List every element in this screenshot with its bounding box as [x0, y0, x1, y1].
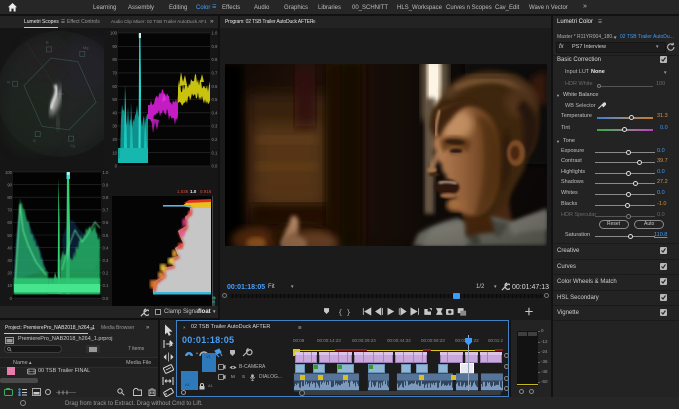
svg-text:50: 50: [7, 233, 12, 238]
svg-text:0.3: 0.3: [212, 124, 218, 129]
svg-text:100: 100: [110, 31, 118, 36]
svg-text:Cy: Cy: [70, 143, 75, 148]
svg-text:0.0: 0.0: [212, 164, 218, 169]
svg-text:1.0: 1.0: [103, 170, 109, 175]
svg-text:40: 40: [112, 110, 117, 115]
svg-text:60: 60: [7, 220, 12, 225]
svg-text:30: 30: [112, 124, 117, 129]
svg-text:1.036: 1.036: [177, 189, 189, 194]
svg-text:80: 80: [7, 195, 12, 200]
svg-text:Yl: Yl: [7, 80, 11, 85]
svg-text:0.8: 0.8: [103, 195, 109, 200]
svg-text:30: 30: [7, 258, 12, 263]
svg-text:100: 100: [5, 170, 13, 175]
svg-text:0.9: 0.9: [103, 182, 109, 187]
svg-text:0.6: 0.6: [103, 220, 109, 225]
svg-text:60: 60: [112, 84, 117, 89]
svg-text:1.0: 1.0: [190, 189, 197, 194]
svg-text:0.9: 0.9: [212, 44, 218, 49]
svg-text:0.0: 0.0: [103, 296, 109, 301]
svg-text:70: 70: [112, 71, 117, 76]
svg-text:0.5: 0.5: [103, 233, 109, 238]
svg-text:{: {: [338, 309, 342, 317]
svg-text:0.5: 0.5: [212, 97, 218, 102]
svg-text:0.4: 0.4: [103, 245, 109, 250]
svg-text:0.7: 0.7: [103, 208, 109, 213]
svg-text:50: 50: [112, 97, 117, 102]
svg-text:0.2: 0.2: [103, 271, 109, 276]
svg-text:10: 10: [7, 283, 12, 288]
svg-text:0.2: 0.2: [212, 137, 218, 142]
svg-text:0.1: 0.1: [212, 150, 218, 155]
svg-text:}: }: [347, 309, 351, 317]
svg-text:40: 40: [7, 245, 12, 250]
svg-text:90: 90: [112, 44, 117, 49]
svg-text:Mg: Mg: [83, 45, 89, 50]
svg-text:20: 20: [112, 137, 117, 142]
svg-text:90: 90: [7, 182, 12, 187]
svg-text:0.7: 0.7: [212, 71, 218, 76]
svg-text:0.4: 0.4: [212, 110, 218, 115]
svg-text:10: 10: [112, 150, 117, 155]
svg-text:0.6: 0.6: [212, 84, 218, 89]
svg-text:0.1: 0.1: [103, 283, 109, 288]
svg-text:1.0: 1.0: [212, 31, 218, 36]
svg-text:0.3: 0.3: [103, 258, 109, 263]
svg-text:20: 20: [7, 271, 12, 276]
svg-text:70: 70: [7, 208, 12, 213]
svg-text:0.916: 0.916: [200, 189, 212, 194]
svg-text:R: R: [46, 40, 49, 45]
svg-text:0.8: 0.8: [212, 57, 218, 62]
svg-text:80: 80: [112, 57, 117, 62]
svg-text:G: G: [33, 138, 36, 143]
